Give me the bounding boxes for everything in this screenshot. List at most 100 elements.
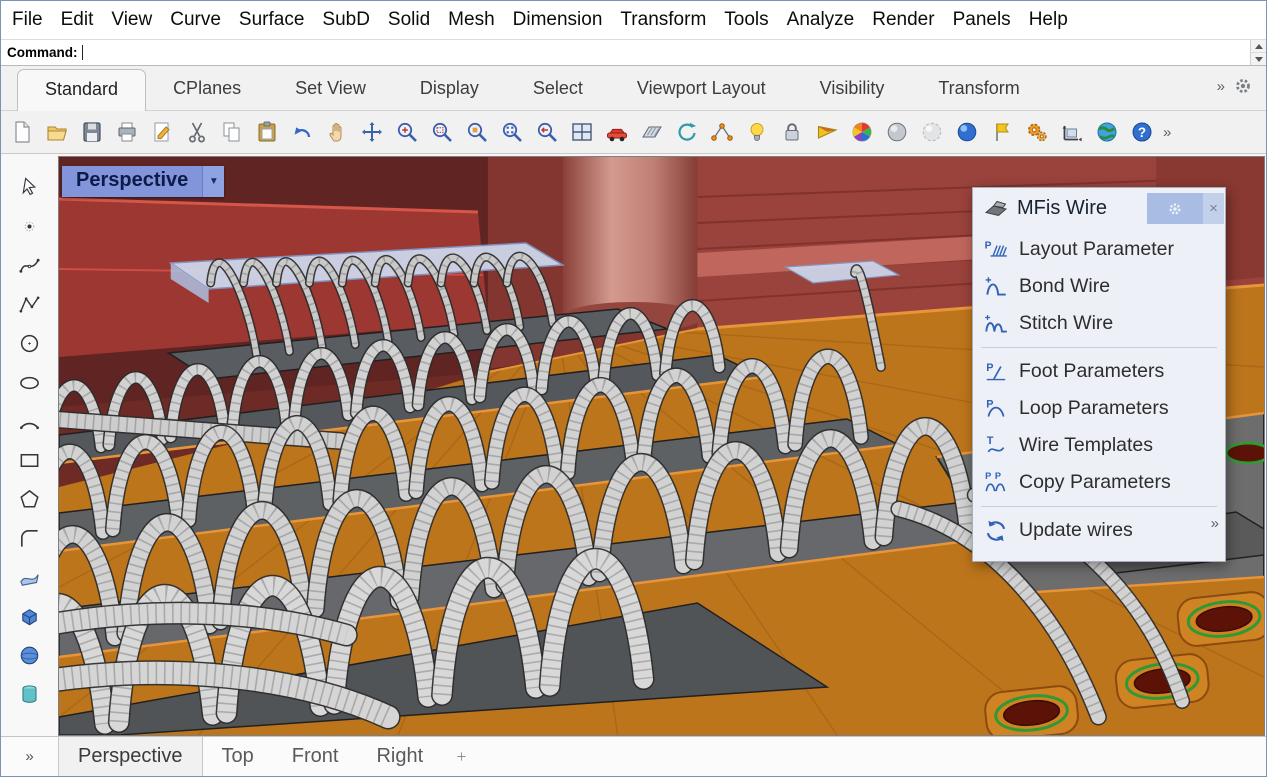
toolbar-overflow-button[interactable]: » [1163, 124, 1171, 141]
viewport-tab-top[interactable]: Top [203, 737, 273, 776]
undo-button[interactable] [288, 119, 315, 146]
sidebar-rectangle-button[interactable] [17, 447, 43, 473]
mfis-panel-close-button[interactable]: × [1203, 193, 1224, 224]
gears-button[interactable] [1023, 119, 1050, 146]
pan-button[interactable] [323, 119, 350, 146]
sidebar-polyline-button[interactable] [17, 291, 43, 317]
mfis-item-stitch-wire[interactable]: Stitch Wire [973, 305, 1225, 342]
close-icon: × [1209, 200, 1218, 217]
layer-button[interactable] [813, 119, 840, 146]
zoom-previous-button[interactable] [533, 119, 560, 146]
ribbon-tab-standard[interactable]: Standard [17, 69, 146, 111]
sidebar-sphere-button[interactable] [17, 642, 43, 668]
web-browser-button[interactable] [1093, 119, 1120, 146]
menu-analyze[interactable]: Analyze [778, 9, 864, 31]
ribbon-tab-viewport-layout[interactable]: Viewport Layout [610, 69, 793, 110]
side-toolbar-overflow-button[interactable]: » [1, 737, 58, 776]
menu-panels[interactable]: Panels [944, 9, 1020, 31]
viewport-title-dropdown[interactable]: ▼ [202, 166, 224, 197]
ribbon-tab-display[interactable]: Display [393, 69, 506, 110]
menu-view[interactable]: View [102, 9, 161, 31]
menu-subd[interactable]: SubD [313, 9, 379, 31]
ribbon-tab-visibility[interactable]: Visibility [793, 69, 912, 110]
open-file-button[interactable] [43, 119, 70, 146]
mfis-item-bond-wire[interactable]: Bond Wire [973, 268, 1225, 305]
viewport-tab-right[interactable]: Right [357, 737, 442, 776]
command-spin-up-button[interactable] [1251, 40, 1266, 52]
mfis-item-loop-parameters[interactable]: PLoop Parameters [973, 390, 1225, 427]
sidebar-surface-button[interactable] [17, 564, 43, 590]
rendered-display-button[interactable] [953, 119, 980, 146]
cplane-button[interactable] [1058, 119, 1085, 146]
mfis-panel-overflow-button[interactable]: » [1211, 512, 1219, 532]
rotate-view-button[interactable] [673, 119, 700, 146]
mfis-item-foot-parameters[interactable]: PFoot Parameters [973, 353, 1225, 390]
print-button[interactable] [113, 119, 140, 146]
menu-mesh[interactable]: Mesh [439, 9, 503, 31]
hatch-icon [640, 120, 664, 144]
sidebar-select-pointer-button[interactable] [17, 174, 43, 200]
menu-surface[interactable]: Surface [230, 9, 313, 31]
cut-button[interactable] [183, 119, 210, 146]
menu-help[interactable]: Help [1020, 9, 1077, 31]
flag-button[interactable] [988, 119, 1015, 146]
mfis-panel-settings-button[interactable] [1147, 193, 1203, 224]
ribbon-tab-transform[interactable]: Transform [911, 69, 1046, 110]
named-view-button[interactable] [603, 119, 630, 146]
shaded-display-button[interactable] [883, 119, 910, 146]
ribbon-gear-button[interactable] [1232, 75, 1254, 97]
menu-render[interactable]: Render [863, 9, 943, 31]
zoom-dynamic-button[interactable] [393, 119, 420, 146]
ribbon-overflow-button[interactable]: » [1217, 78, 1225, 95]
menu-dimension[interactable]: Dimension [504, 9, 612, 31]
new-file-button[interactable] [8, 119, 35, 146]
sidebar-polygon-button[interactable] [17, 486, 43, 512]
copy-button[interactable] [218, 119, 245, 146]
light-button[interactable] [743, 119, 770, 146]
sidebar-box-button[interactable] [17, 603, 43, 629]
lock-button[interactable] [778, 119, 805, 146]
sidebar-fillet-button[interactable] [17, 525, 43, 551]
osnap-button[interactable] [708, 119, 735, 146]
menu-curve[interactable]: Curve [161, 9, 230, 31]
mfis-item-copy-parameters[interactable]: PPCopy Parameters [973, 464, 1225, 501]
sidebar-ellipse-button[interactable] [17, 369, 43, 395]
menu-transform[interactable]: Transform [611, 9, 715, 31]
sidebar-cylinder-button[interactable] [17, 681, 43, 707]
sidebar-circle-button[interactable] [17, 330, 43, 356]
sidebar-arc-button[interactable] [17, 408, 43, 434]
mfis-item-wire-templates[interactable]: TWire Templates [973, 427, 1225, 464]
command-spin-down-button[interactable] [1251, 52, 1266, 65]
menu-edit[interactable]: Edit [52, 9, 103, 31]
zoom-window-button[interactable] [428, 119, 455, 146]
sidebar-curve-button[interactable] [17, 252, 43, 278]
menu-solid[interactable]: Solid [379, 9, 439, 31]
viewport-title-button[interactable]: Perspective [62, 166, 202, 197]
ribbon-tab-set-view[interactable]: Set View [268, 69, 393, 110]
paste-button[interactable] [253, 119, 280, 146]
color-wheel-button[interactable] [848, 119, 875, 146]
viewport-layout-button[interactable] [568, 119, 595, 146]
save-button[interactable] [78, 119, 105, 146]
mfis-item-layout-parameter[interactable]: PLayout Parameter [973, 231, 1225, 268]
move-button[interactable] [358, 119, 385, 146]
menu-tools[interactable]: Tools [715, 9, 777, 31]
edit-notes-button[interactable] [148, 119, 175, 146]
wire-templates-icon: T [983, 433, 1009, 459]
web-browser-icon [1095, 120, 1119, 144]
menu-file[interactable]: File [3, 9, 52, 31]
mfis-item-update-wires[interactable]: Update wires» [973, 512, 1225, 549]
ribbon-tab-select[interactable]: Select [506, 69, 610, 110]
ribbon-tab-cplanes[interactable]: CPlanes [146, 69, 268, 110]
zoom-selected-button[interactable] [463, 119, 490, 146]
sidebar-point-button[interactable] [17, 213, 43, 239]
perspective-viewport[interactable]: Perspective ▼ MFis Wire × PLayout [58, 156, 1265, 736]
viewport-tab-perspective[interactable]: Perspective [58, 737, 203, 776]
help-button[interactable]: ? [1128, 119, 1155, 146]
zoom-extents-button[interactable] [498, 119, 525, 146]
viewport-tab-front[interactable]: Front [273, 737, 358, 776]
hatch-button[interactable] [638, 119, 665, 146]
ghosted-display-button[interactable] [918, 119, 945, 146]
command-input[interactable] [83, 40, 1251, 65]
new-viewport-tab-button[interactable] [454, 737, 469, 776]
